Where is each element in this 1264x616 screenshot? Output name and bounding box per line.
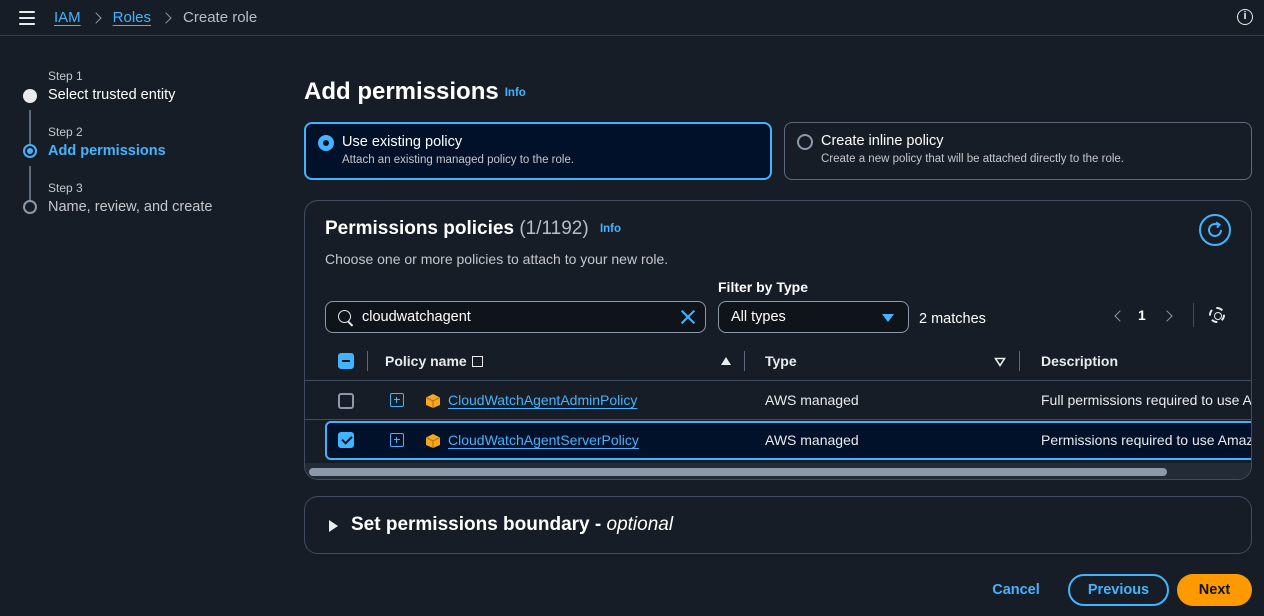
- step-connector: [29, 166, 31, 202]
- expand-icon[interactable]: [390, 393, 404, 407]
- filter-value: All types: [731, 309, 786, 325]
- chevron-right-icon: [92, 13, 102, 23]
- policy-description: Permissions required to use Amaz: [1041, 432, 1252, 448]
- search-value: cloudwatchagent: [362, 309, 471, 325]
- step-2-title: Add permissions: [48, 143, 166, 159]
- breadcrumb: IAM Roles Create role: [54, 9, 257, 26]
- chevron-right-icon: [162, 13, 172, 23]
- boundary-title-text: Set permissions boundary -: [351, 514, 602, 535]
- step-3-label: Step 3: [48, 181, 83, 195]
- gear-icon[interactable]: [1209, 307, 1225, 323]
- policy-type: AWS managed: [765, 392, 859, 408]
- breadcrumb-iam[interactable]: IAM: [54, 9, 81, 26]
- option-title: Use existing policy: [342, 134, 463, 150]
- policy-description: Full permissions required to use A: [1041, 392, 1252, 408]
- column-divider: [1019, 351, 1020, 371]
- option-desc: Create a new policy that will be attache…: [821, 153, 1124, 165]
- column-divider: [367, 351, 368, 371]
- info-link[interactable]: Info: [600, 223, 621, 235]
- policy-name-link[interactable]: CloudWatchAgentServerPolicy: [448, 432, 639, 448]
- sort-descending-icon[interactable]: [994, 357, 1006, 367]
- boundary-title[interactable]: Set permissions boundary - optional: [351, 514, 673, 536]
- clear-icon[interactable]: [680, 309, 696, 325]
- search-input[interactable]: cloudwatchagent: [325, 301, 706, 333]
- breadcrumb-roles[interactable]: Roles: [113, 9, 151, 26]
- refresh-button[interactable]: [1199, 214, 1231, 246]
- step-3-indicator: [23, 200, 37, 214]
- use-existing-policy-option[interactable]: Use existing policy Attach an existing m…: [304, 122, 772, 180]
- radio-unselected[interactable]: [797, 134, 813, 150]
- page-title: Add permissions Info: [304, 78, 526, 106]
- policy-count: (1/1192): [519, 218, 589, 239]
- panel-title-text: Permissions policies: [325, 218, 515, 239]
- permissions-boundary-section[interactable]: Set permissions boundary - optional: [304, 496, 1252, 554]
- create-inline-policy-option[interactable]: Create inline policy Create a new policy…: [784, 122, 1252, 180]
- row-checkbox[interactable]: [338, 393, 354, 409]
- menu-icon[interactable]: [19, 11, 35, 25]
- pagination: 1: [1113, 307, 1173, 323]
- radio-selected[interactable]: [318, 135, 334, 151]
- page-number[interactable]: 1: [1138, 307, 1146, 323]
- filter-label: Filter by Type: [718, 279, 808, 295]
- step-connector: [29, 110, 31, 146]
- column-policy-name[interactable]: Policy name: [385, 353, 483, 369]
- column-type[interactable]: Type: [765, 353, 797, 369]
- row-checkbox-checked[interactable]: [338, 432, 354, 448]
- breadcrumb-current: Create role: [183, 9, 258, 26]
- expand-icon[interactable]: [390, 433, 404, 447]
- step-1-label: Step 1: [48, 69, 83, 83]
- aws-managed-policy-icon: [425, 394, 441, 408]
- panel-title: Permissions policies (1/1192) Info: [325, 218, 621, 240]
- filter-type-select[interactable]: All types: [718, 301, 909, 333]
- optional-label: optional: [606, 514, 674, 535]
- panel-description: Choose one or more policies to attach to…: [325, 251, 669, 267]
- search-icon: [338, 310, 351, 323]
- step-2-label: Step 2: [48, 125, 83, 139]
- option-desc: Attach an existing managed policy to the…: [342, 154, 575, 166]
- step-1-title: Select trusted entity: [48, 87, 176, 103]
- caret-right-icon[interactable]: [329, 520, 338, 532]
- info-link[interactable]: Info: [505, 87, 526, 99]
- policy-type: AWS managed: [765, 432, 859, 448]
- horizontal-scrollbar[interactable]: [305, 463, 1251, 479]
- select-all-checkbox[interactable]: [338, 353, 354, 369]
- option-title: Create inline policy: [821, 133, 944, 149]
- table-header: Policy name Type Description: [305, 343, 1251, 381]
- cancel-button[interactable]: Cancel: [976, 574, 1056, 606]
- next-button[interactable]: Next: [1177, 574, 1252, 606]
- refresh-icon: [1208, 221, 1222, 237]
- previous-button[interactable]: Previous: [1068, 574, 1169, 606]
- permissions-policies-panel: Permissions policies (1/1192) Info Choos…: [304, 200, 1252, 480]
- page-title-text: Add permissions: [304, 78, 499, 105]
- column-label: Policy name: [385, 353, 467, 369]
- policy-name-link[interactable]: CloudWatchAgentAdminPolicy: [448, 392, 637, 408]
- aws-managed-policy-icon: [425, 434, 441, 448]
- step-2-indicator: [23, 144, 37, 158]
- info-icon[interactable]: i: [1237, 9, 1253, 25]
- step-1-indicator: [23, 89, 37, 103]
- column-description[interactable]: Description: [1041, 353, 1118, 369]
- sort-ascending-icon[interactable]: [721, 357, 731, 365]
- top-bar: IAM Roles Create role i: [0, 0, 1264, 36]
- table-row-selected[interactable]: CloudWatchAgentServerPolicy AWS managed …: [325, 421, 1252, 460]
- step-3-title: Name, review, and create: [48, 199, 213, 215]
- chevron-left-icon[interactable]: [1113, 310, 1123, 320]
- match-count: 2 matches: [919, 311, 986, 327]
- table-row[interactable]: CloudWatchAgentAdminPolicy AWS managed F…: [305, 381, 1252, 420]
- divider: [1193, 303, 1194, 327]
- caret-down-icon: [882, 314, 894, 322]
- chevron-right-icon[interactable]: [1163, 310, 1173, 320]
- external-link-icon: [471, 356, 483, 367]
- scrollbar-thumb[interactable]: [309, 468, 1167, 476]
- column-divider: [744, 351, 745, 371]
